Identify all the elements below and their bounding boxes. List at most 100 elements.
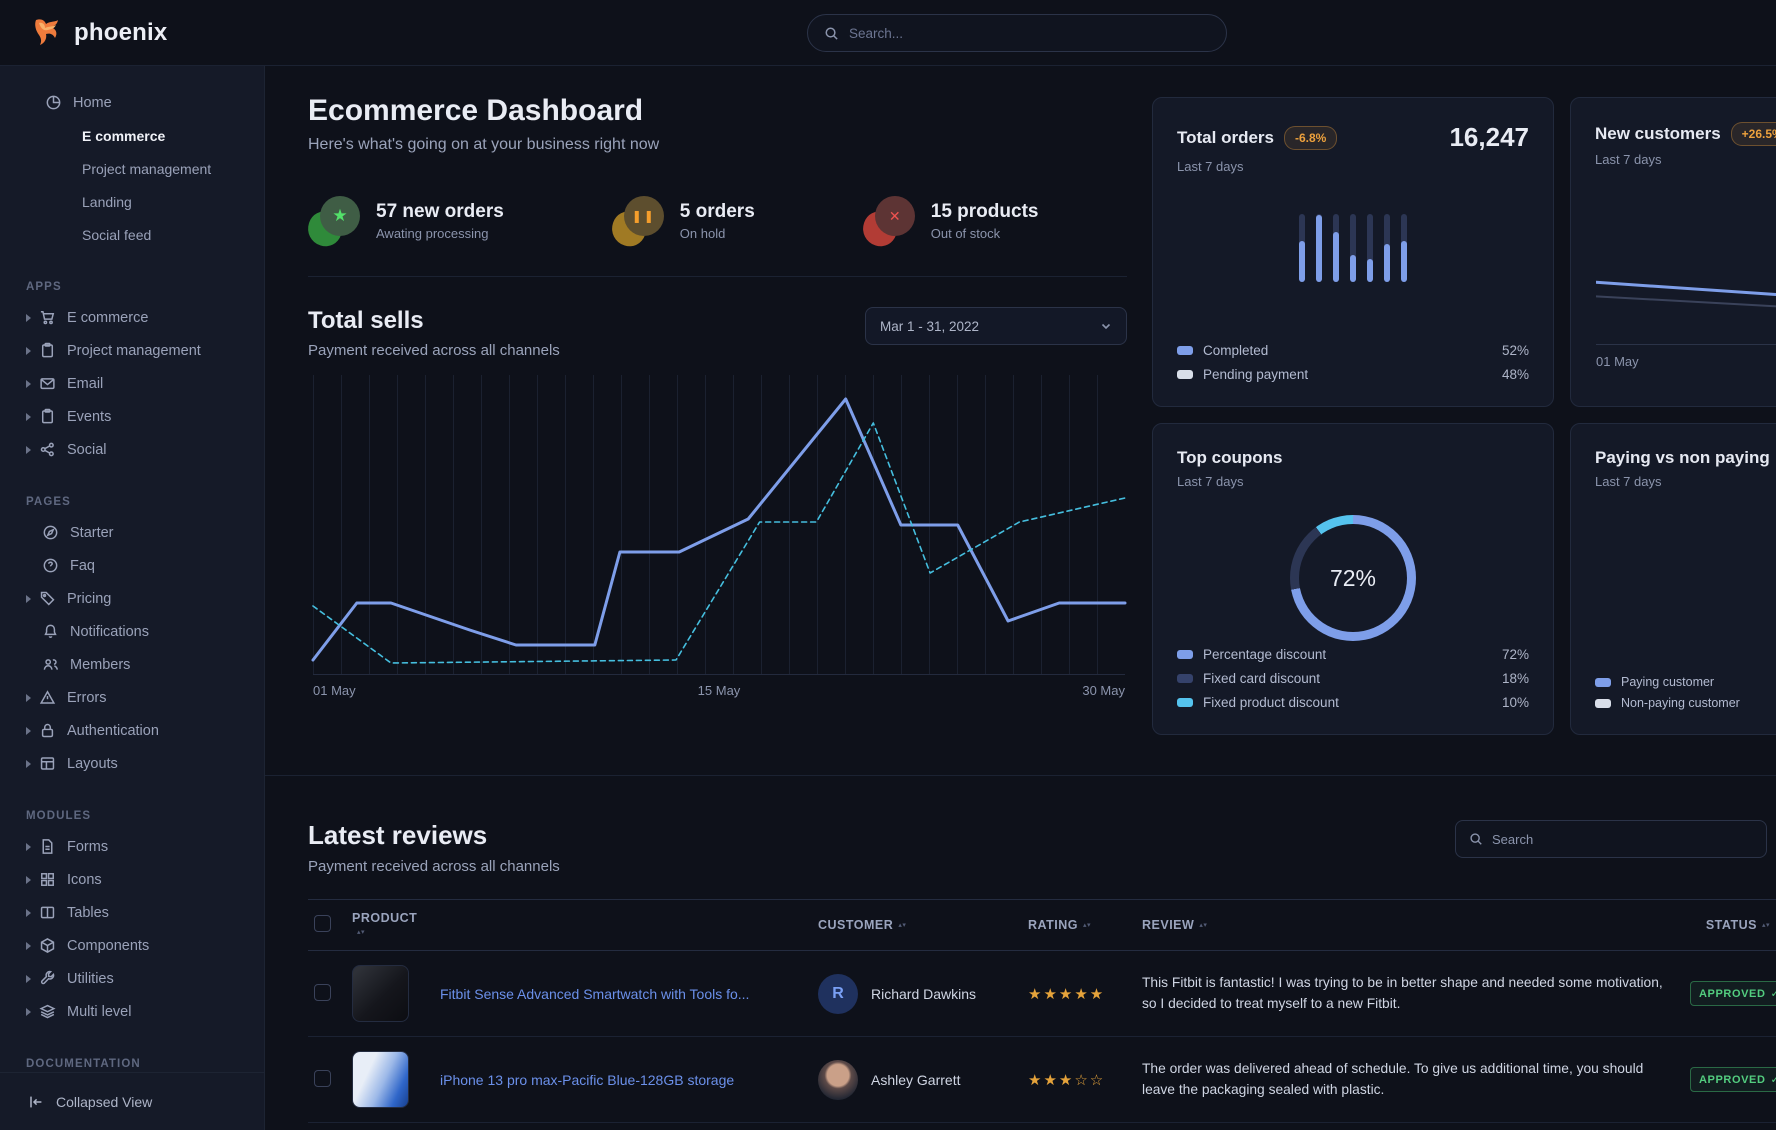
column-header-product-spacer [434, 900, 812, 951]
stat-value: 57 new orders [376, 201, 504, 223]
search-input[interactable] [849, 26, 1210, 41]
sidebar-item-ecommerce-dashboard[interactable]: E commerce [0, 119, 264, 152]
reviews-subtitle: Payment received across all channels [308, 858, 560, 875]
legend-row: Completed 52% [1177, 343, 1529, 358]
sidebar-item-multi-level[interactable]: Multi level [0, 995, 264, 1028]
row-checkbox[interactable] [314, 984, 331, 1001]
x-badge-icon: ✕ [863, 196, 915, 246]
column-header-rating[interactable]: RATING▴▾ [1022, 900, 1136, 951]
sidebar-item-apps-project-management[interactable]: Project management [0, 334, 264, 367]
sidebar-item-errors[interactable]: Errors [0, 681, 264, 714]
sidebar-item-starter[interactable]: Starter [0, 516, 264, 549]
stat-value: 15 products [931, 201, 1039, 223]
brand[interactable]: phoenix [0, 17, 167, 49]
sidebar-item-notifications[interactable]: Notifications [0, 615, 264, 648]
stat-caption: On hold [680, 226, 755, 241]
sidebar-item-forms[interactable]: Forms [0, 830, 264, 863]
product-link[interactable]: iPhone 13 pro max-Pacific Blue-128GB sto… [440, 1072, 734, 1088]
share-icon [39, 441, 56, 458]
x-tick: 15 May [698, 683, 741, 698]
global-search[interactable] [807, 14, 1227, 52]
avatar[interactable]: R [818, 974, 858, 1014]
reviews-search-input[interactable] [1492, 832, 1753, 847]
column-header-product[interactable]: PRODUCT▴▾ [346, 900, 434, 951]
status-badge: APPROVED✓ [1690, 1067, 1776, 1092]
legend-row: Non-paying customer [1595, 696, 1776, 710]
sidebar-item-label: Members [70, 657, 130, 673]
legend-row: Fixed product discount 10% [1177, 695, 1529, 710]
collapse-icon [28, 1094, 44, 1110]
sidebar-item-label: Social [67, 442, 107, 458]
sidebar-item-layouts[interactable]: Layouts [0, 747, 264, 780]
stat-value: 5 orders [680, 201, 755, 223]
legend-swatch [1177, 698, 1193, 707]
sidebar-item-label: Multi level [67, 1004, 131, 1020]
trend-badge: -6.8% [1284, 126, 1337, 150]
product-link[interactable]: Fitbit Sense Advanced Smartwatch with To… [440, 986, 749, 1002]
sidebar-item-landing[interactable]: Landing [0, 185, 264, 218]
date-range-select[interactable]: Mar 1 - 31, 2022 [865, 307, 1127, 345]
sidebar-item-label: Components [67, 938, 149, 954]
x-tick: 01 May [313, 683, 356, 698]
collapse-sidebar-button[interactable]: Collapsed View [0, 1072, 264, 1130]
chevron-down-icon [1100, 320, 1112, 332]
check-icon: ✓ [1771, 1073, 1776, 1086]
select-all-checkbox[interactable] [314, 915, 331, 932]
column-header-review[interactable]: REVIEW▴▾ [1136, 900, 1684, 951]
total-sells-chart: 01 May 15 May 30 May [308, 375, 1127, 698]
pie-chart-icon [45, 94, 62, 111]
product-thumbnail-fitbit[interactable] [352, 965, 409, 1022]
sidebar-item-components[interactable]: Components [0, 929, 264, 962]
table-header-row: PRODUCT▴▾ CUSTOMER▴▾ RATING▴▾ REVIEW▴▾ S… [308, 900, 1776, 951]
x-tick: 30 May [1082, 683, 1125, 698]
sidebar-item-tables[interactable]: Tables [0, 896, 264, 929]
customer-name: Richard Dawkins [871, 986, 976, 1002]
sidebar-item-project-management-dashboard[interactable]: Project management [0, 152, 264, 185]
legend-row: Fixed card discount 18% [1177, 671, 1529, 686]
product-thumbnail-iphone[interactable] [352, 1051, 409, 1108]
stat-orders-on-hold: ❚❚ 5 orders On hold [612, 196, 755, 246]
sidebar-item-social-feed[interactable]: Social feed [0, 218, 264, 251]
chevron-right-icon [26, 876, 31, 884]
clipboard-icon [39, 342, 56, 359]
card-period: Last 7 days [1177, 159, 1529, 174]
sidebar-item-home[interactable]: Home [0, 86, 264, 119]
sidebar-item-label: Authentication [67, 723, 159, 739]
x-axis-labels: 01 May 15 May 30 May [313, 683, 1125, 698]
chevron-right-icon [26, 975, 31, 983]
sidebar-item-faq[interactable]: Faq [0, 549, 264, 582]
sidebar-item-authentication[interactable]: Authentication [0, 714, 264, 747]
row-checkbox[interactable] [314, 1070, 331, 1087]
column-header-status[interactable]: STATUS▴▾ [1684, 900, 1776, 951]
table-row: ★★★★★ It's a Mac, after all. Once you've… [308, 1123, 1776, 1130]
sidebar-item-pricing[interactable]: Pricing [0, 582, 264, 615]
sidebar-item-apps-ecommerce[interactable]: E commerce [0, 301, 264, 334]
sidebar-item-apps-events[interactable]: Events [0, 400, 264, 433]
sidebar-item-label: Starter [70, 525, 114, 541]
total-sells-lines [313, 375, 1125, 675]
reviews-search[interactable] [1455, 820, 1767, 858]
orders-bar-chart [1299, 214, 1407, 282]
sidebar-item-utilities[interactable]: Utilities [0, 962, 264, 995]
legend-label: Completed [1203, 343, 1268, 358]
sort-icon: ▴▾ [898, 924, 906, 928]
sidebar-item-apps-social[interactable]: Social [0, 433, 264, 466]
legend-value: 72% [1502, 647, 1529, 662]
sidebar-item-apps-email[interactable]: Email [0, 367, 264, 400]
column-header-customer[interactable]: CUSTOMER▴▾ [812, 900, 1022, 951]
sidebar-item-icons[interactable]: Icons [0, 863, 264, 896]
chevron-right-icon [26, 843, 31, 851]
sort-icon: ▴▾ [1199, 924, 1207, 928]
sidebar-item-label: Tables [67, 905, 109, 921]
avatar[interactable] [818, 1060, 858, 1100]
sidebar-item-label: Utilities [67, 971, 114, 987]
chevron-right-icon [26, 694, 31, 702]
legend-row: Pending payment 48% [1177, 367, 1529, 382]
clipboard-icon [39, 408, 56, 425]
sidebar-item-members[interactable]: Members [0, 648, 264, 681]
legend-label: Fixed card discount [1203, 671, 1320, 686]
tag-icon [39, 590, 56, 607]
phoenix-logo-icon [30, 17, 64, 49]
sidebar-item-label: Notifications [70, 624, 149, 640]
stats-row: ★ 57 new orders Awating processing ❚❚ [308, 196, 1127, 246]
